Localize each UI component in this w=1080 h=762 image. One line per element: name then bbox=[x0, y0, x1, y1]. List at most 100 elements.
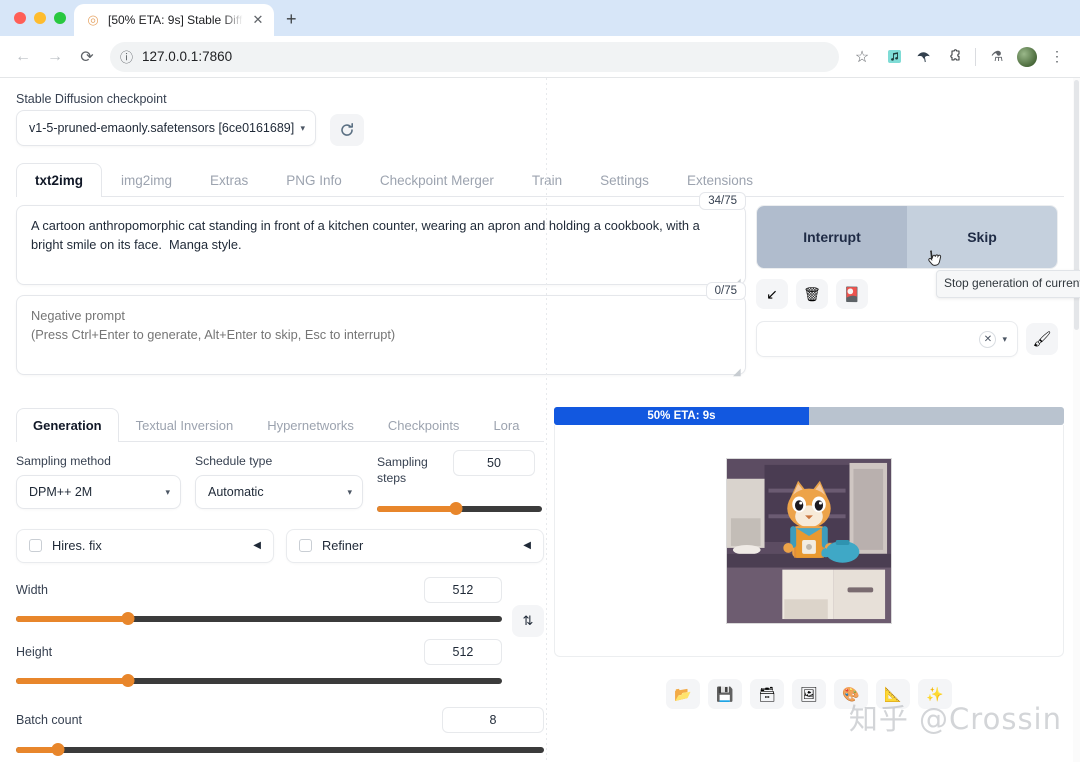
height-label: Height bbox=[16, 644, 53, 659]
forward-icon[interactable]: → bbox=[40, 42, 70, 72]
chevron-down-icon: ▾ bbox=[347, 486, 352, 497]
send-to-img2img-button[interactable]: 🖼 bbox=[791, 679, 826, 709]
lower-area: Generation Textual Inversion Hypernetwor… bbox=[16, 407, 1064, 762]
skip-tooltip: Stop generation of current batch and con… bbox=[936, 270, 1080, 298]
sampling-steps-slider[interactable] bbox=[377, 502, 542, 516]
clear-prompt-button[interactable]: 🗑 bbox=[796, 279, 828, 309]
refiner-accordion[interactable]: Refiner ◀ bbox=[285, 528, 544, 563]
subtab-hypernetworks[interactable]: Hypernetworks bbox=[250, 408, 371, 442]
save-zip-button[interactable]: 🗃 bbox=[749, 679, 784, 709]
negative-token-counter: 0/75 bbox=[705, 282, 746, 300]
hires-fix-accordion[interactable]: Hires. fix ◀ bbox=[16, 528, 274, 563]
preview-image[interactable] bbox=[725, 457, 892, 624]
subtab-generation[interactable]: Generation bbox=[16, 408, 119, 442]
prompt-column: 34/75 A cartoon anthropomorphic cat stan… bbox=[16, 192, 746, 385]
dimensions-block: Width 512 Height 512 ⇅ bbox=[16, 576, 544, 688]
restore-progress-button[interactable]: ↙ bbox=[756, 279, 788, 309]
refiner-label: Refiner bbox=[321, 538, 364, 554]
schedule-type-value: Automatic bbox=[208, 485, 264, 499]
height-value[interactable]: 512 bbox=[423, 638, 502, 665]
refresh-checkpoints-button[interactable] bbox=[330, 114, 364, 146]
checkpoint-value: v1-5-pruned-emaonly.safetensors [6ce0161… bbox=[29, 121, 295, 135]
upscale-button[interactable]: ✨ bbox=[917, 679, 952, 709]
tab-img2img[interactable]: img2img bbox=[102, 163, 191, 197]
accordion-row: Hires. fix ◀ Refiner ◀ bbox=[16, 528, 544, 563]
address-bar[interactable]: ⓘ 127.0.0.1:7860 bbox=[110, 41, 839, 72]
subtab-lora[interactable]: Lora bbox=[476, 408, 536, 442]
chevron-left-icon[interactable]: ◀ bbox=[523, 540, 531, 551]
negative-prompt-wrapper: 0/75 ◢ bbox=[16, 282, 746, 380]
subtab-textual-inversion[interactable]: Textual Inversion bbox=[119, 408, 251, 442]
chrome-menu-icon[interactable]: ⋮ bbox=[1044, 44, 1070, 70]
width-value[interactable]: 512 bbox=[423, 576, 502, 603]
tab-extras[interactable]: Extras bbox=[191, 163, 267, 197]
prompt-input[interactable]: A cartoon anthropomorphic cat standing i… bbox=[16, 205, 746, 285]
reload-icon[interactable]: ⟳ bbox=[72, 42, 102, 72]
hires-fix-label: Hires. fix bbox=[52, 538, 102, 554]
sampling-method-select[interactable]: DPM++ 2M ▾ bbox=[16, 475, 181, 509]
styles-select[interactable]: ✕ ▾ bbox=[756, 321, 1018, 357]
swap-dimensions-button[interactable]: ⇅ bbox=[511, 604, 544, 637]
chevron-down-icon: ▾ bbox=[165, 486, 170, 497]
height-slider[interactable] bbox=[16, 674, 502, 688]
mouse-cursor-icon bbox=[927, 248, 947, 276]
width-slider[interactable] bbox=[16, 612, 502, 626]
tab-train[interactable]: Train bbox=[513, 163, 581, 197]
weather-extension-icon[interactable] bbox=[911, 44, 937, 70]
height-line: Height 512 bbox=[16, 638, 502, 665]
edit-styles-button[interactable]: 🖌 bbox=[1026, 323, 1058, 355]
apply-style-button[interactable]: 🎴 bbox=[836, 279, 868, 309]
close-icon[interactable]: ✕ bbox=[250, 12, 266, 28]
close-window-button[interactable] bbox=[14, 12, 26, 24]
batch-count-line: Batch count 8 bbox=[16, 706, 544, 733]
send-to-inpaint-button[interactable]: 🎨 bbox=[833, 679, 868, 709]
profile-avatar[interactable] bbox=[1014, 44, 1040, 70]
batch-count-label: Batch count bbox=[16, 712, 83, 727]
back-icon[interactable]: ← bbox=[8, 42, 38, 72]
save-button[interactable]: 💾 bbox=[707, 679, 742, 709]
prompt-token-counter: 34/75 bbox=[699, 192, 746, 210]
page-scrollbar[interactable] bbox=[1073, 78, 1080, 762]
site-info-icon[interactable]: ⓘ bbox=[120, 47, 133, 66]
batch-count-value[interactable]: 8 bbox=[441, 706, 544, 733]
interrupt-button[interactable]: Interrupt bbox=[757, 206, 907, 268]
batch-count-slider[interactable] bbox=[16, 743, 544, 757]
checkpoint-select[interactable]: v1-5-pruned-emaonly.safetensors [6ce0161… bbox=[16, 110, 316, 146]
subtab-checkpoints[interactable]: Checkpoints bbox=[371, 408, 477, 442]
music-extension-icon[interactable] bbox=[881, 44, 907, 70]
close-icon[interactable]: ✕ bbox=[979, 330, 997, 348]
bookmark-star-icon[interactable]: ☆ bbox=[847, 42, 877, 72]
send-to-extras-button[interactable]: 📐 bbox=[875, 679, 910, 709]
tab-png-info[interactable]: PNG Info bbox=[267, 163, 361, 197]
hires-fix-checkbox[interactable] bbox=[29, 539, 42, 553]
styles-row: ✕ ▾ 🖌 bbox=[756, 321, 1058, 357]
progress-bar: 50% ETA: 9s bbox=[553, 407, 1064, 425]
resize-handle-icon[interactable]: ◢ bbox=[733, 368, 742, 378]
tab-settings[interactable]: Settings bbox=[581, 163, 668, 197]
checkpoint-row: v1-5-pruned-emaonly.safetensors [6ce0161… bbox=[16, 110, 1064, 146]
browser-tab[interactable]: ◎ [50% ETA: 9s] Stable Diffusio ✕ bbox=[74, 4, 274, 36]
tab-checkpoint-merger[interactable]: Checkpoint Merger bbox=[361, 163, 513, 197]
webui-page: Stable Diffusion checkpoint v1-5-pruned-… bbox=[0, 78, 1080, 762]
new-tab-button[interactable]: + bbox=[286, 9, 297, 30]
maximize-window-button[interactable] bbox=[54, 12, 66, 24]
actions-column: Interrupt Skip ↙ 🗑 🎴 ✕ ▾ 🖌 Stop generati… bbox=[756, 205, 1080, 385]
panel-divider bbox=[546, 78, 547, 762]
open-folder-button[interactable]: 📂 bbox=[665, 679, 700, 709]
schedule-type-label: Schedule type bbox=[195, 454, 273, 468]
tab-title: [50% ETA: 9s] Stable Diffusio bbox=[108, 13, 243, 27]
chevron-left-icon[interactable]: ◀ bbox=[253, 540, 261, 551]
negative-prompt-input[interactable] bbox=[16, 295, 746, 375]
tab-txt2img[interactable]: txt2img bbox=[16, 163, 103, 197]
prompt-wrapper: 34/75 A cartoon anthropomorphic cat stan… bbox=[16, 192, 746, 290]
refiner-checkbox[interactable] bbox=[298, 539, 312, 553]
dimensions-sliders: Width 512 Height 512 bbox=[16, 576, 502, 688]
puzzle-extension-icon[interactable] bbox=[941, 44, 967, 70]
minimize-window-button[interactable] bbox=[34, 12, 46, 24]
schedule-type-select[interactable]: Automatic ▾ bbox=[195, 475, 363, 509]
sampler-row: Sampling method DPM++ 2M ▾ Schedule type… bbox=[16, 450, 544, 516]
labs-flask-icon[interactable]: ⚗ bbox=[984, 44, 1010, 70]
image-preview-area[interactable] bbox=[553, 425, 1064, 657]
sampling-steps-value[interactable]: 50 bbox=[453, 450, 535, 476]
generation-settings-panel: Generation Textual Inversion Hypernetwor… bbox=[16, 407, 544, 762]
